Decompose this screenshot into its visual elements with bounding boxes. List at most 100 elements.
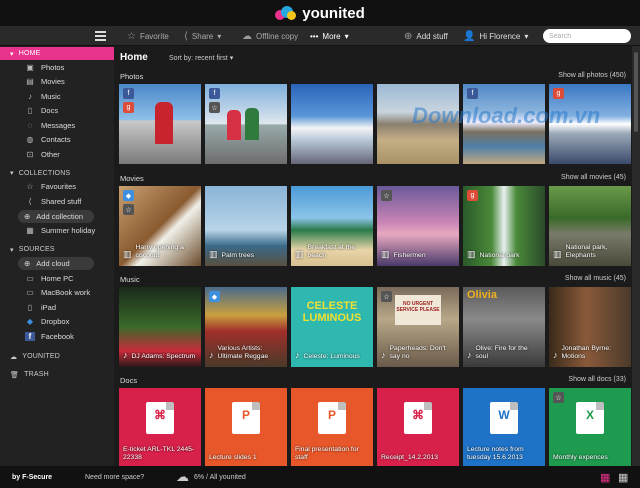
person-figure xyxy=(245,108,259,140)
movie-tile[interactable]: ☆ ▥ Fishermen xyxy=(377,186,459,266)
app-logo[interactable]: younited xyxy=(275,5,365,22)
plus-circle-icon: ⊕ xyxy=(404,30,413,42)
photo-tile[interactable] xyxy=(291,84,373,164)
music-note-icon: ♪ xyxy=(553,350,558,361)
sidebar-home[interactable]: ▾ HOME xyxy=(0,47,114,60)
sidebar-item-macbook[interactable]: ▭ MacBook work xyxy=(0,286,114,301)
favorite-button[interactable]: ☆ Favorite xyxy=(127,26,169,46)
doc-tile[interactable]: P Lecture slides 1 xyxy=(205,388,287,468)
music-note-icon: ♪ xyxy=(467,350,472,361)
show-all-docs-link[interactable]: Show all docs (33) xyxy=(568,376,626,383)
movie-tile[interactable]: g ▥ National park xyxy=(463,186,545,266)
sidebar-item-messages[interactable]: ◌ Messages xyxy=(0,118,114,133)
show-all-photos-link[interactable]: Show all photos (450) xyxy=(558,72,626,79)
scrollbar-thumb[interactable] xyxy=(634,52,638,132)
laptop-icon: ▭ xyxy=(26,288,34,298)
chevron-down-icon: ▾ xyxy=(10,50,14,58)
sidebar-item-dropbox[interactable]: ◆ Dropbox xyxy=(0,315,114,330)
show-all-music-link[interactable]: Show all music (45) xyxy=(565,275,626,282)
docs-row-title: Docs xyxy=(120,376,138,385)
other-icon: ⊡ xyxy=(26,149,34,159)
need-more-space-link[interactable]: Need more space? xyxy=(85,466,144,488)
brand-label: by F-Secure xyxy=(12,473,53,481)
music-tile[interactable]: Olivia ♪ Olive: Fire for the soul xyxy=(463,287,545,367)
show-all-movies-link[interactable]: Show all movies (45) xyxy=(561,174,626,181)
share-icon: ⟨ xyxy=(28,196,32,206)
share-icon: ⟨ xyxy=(184,30,188,42)
sidebar-item-docs[interactable]: ▯ Docs xyxy=(0,104,114,119)
user-icon: 👤 xyxy=(463,30,476,42)
sidebar-item-contacts[interactable]: ◍ Contacts xyxy=(0,133,114,148)
offline-copy-button[interactable]: ☁ Offline copy xyxy=(242,26,298,46)
cloud-download-icon: ☁ xyxy=(242,30,252,42)
film-icon: ▥ xyxy=(209,249,218,260)
movie-tile[interactable]: ▥ National park, Elephants xyxy=(549,186,631,266)
music-tile[interactable]: CELESTE LUMINOUS ♪ Celeste: Luminous xyxy=(291,287,373,367)
user-menu[interactable]: 👤 Hi Florence ▾ xyxy=(463,26,528,46)
docs-icon: ▯ xyxy=(27,106,33,116)
sidebar-collections[interactable]: ▾ COLLECTIONS xyxy=(0,167,114,180)
photo-tile[interactable]: f g xyxy=(119,84,201,164)
music-tile[interactable]: ◆ ♪ Various Artists: Ultimate Reggae xyxy=(205,287,287,367)
doc-tile[interactable]: ☆ X Monthly expences xyxy=(549,388,631,468)
share-button[interactable]: ⟨ Share ▾ xyxy=(184,26,221,46)
sidebar-sources[interactable]: ▾ SOURCES xyxy=(0,243,114,256)
album-art-text: Olivia xyxy=(467,289,497,301)
more-button[interactable]: ••• More ▾ xyxy=(310,26,349,46)
cloud-icon: ☁ xyxy=(176,469,189,484)
sort-dropdown[interactable]: Sort by: recent first ▾ xyxy=(169,54,233,62)
star-icon: ☆ xyxy=(26,182,34,192)
list-view-icon: ▦ xyxy=(618,471,629,484)
sidebar-item-home-pc[interactable]: ▭ Home PC xyxy=(0,271,114,286)
movie-tile[interactable]: ▥ Breakfast at the beach xyxy=(291,186,373,266)
scrollbar[interactable] xyxy=(632,46,640,466)
doc-tile[interactable]: ⌘ Receipt_14.2.2013 xyxy=(377,388,459,468)
chevron-down-icon: ▾ xyxy=(10,246,14,254)
add-collection-button[interactable]: ⊕ Add collection xyxy=(18,209,94,223)
sidebar-item-photos[interactable]: ▣ Photos xyxy=(0,60,114,75)
facebook-icon: f xyxy=(467,88,478,99)
sidebar-item-other[interactable]: ⊡ Other xyxy=(0,147,114,162)
hamburger-menu-button[interactable] xyxy=(95,26,109,46)
person-figure xyxy=(227,110,241,140)
music-note-icon: ♪ xyxy=(209,350,214,361)
sidebar-item-shared[interactable]: ⟨ Shared stuff xyxy=(0,194,114,209)
sidebar-item-music[interactable]: ♪ Music xyxy=(0,89,114,104)
music-tile[interactable]: ☆ NO URGENT SERVICE PLEASE ♪ Paperheads: … xyxy=(377,287,459,367)
chevron-down-icon: ▾ xyxy=(524,31,529,41)
doc-tile[interactable]: P Final presentation for staff xyxy=(291,388,373,468)
movie-tile[interactable]: ◆ ☆ ▥ Harry opening a coconut xyxy=(119,186,201,266)
dropbox-icon: ◆ xyxy=(209,291,220,302)
sidebar-younited[interactable]: ☁ YOUNITED xyxy=(0,348,114,366)
watermark: Download.com.vn xyxy=(412,103,601,128)
storage-usage: ☁ 6% / All younited xyxy=(176,469,246,484)
sidebar: ▾ HOME ▣ Photos ▤ Movies ♪ Music ▯ Docs ◌ Mess… xyxy=(0,46,114,466)
search-input[interactable] xyxy=(543,29,631,43)
add-stuff-button[interactable]: ⊕ Add stuff xyxy=(404,26,448,46)
star-icon: ☆ xyxy=(123,204,134,215)
sidebar-item-facebook[interactable]: f Facebook xyxy=(0,329,114,344)
chevron-down-icon: ▾ xyxy=(229,55,234,62)
doc-tile[interactable]: ⌘ E-ticket ARL-TKL 2445-22338 xyxy=(119,388,201,468)
google-plus-icon: g xyxy=(553,88,564,99)
add-cloud-button[interactable]: ⊕ Add cloud xyxy=(18,257,94,270)
sidebar-item-movies[interactable]: ▤ Movies xyxy=(0,75,114,90)
photos-row-title: Photos xyxy=(120,72,144,81)
grid-view-button[interactable]: ▦ xyxy=(600,466,610,488)
music-tile[interactable]: ♪ Jonathan Byrne: Motions xyxy=(549,287,631,367)
list-view-button[interactable]: ▦ xyxy=(618,466,628,488)
sidebar-trash[interactable]: 🗑 TRASH xyxy=(0,366,114,384)
sidebar-item-summer-holiday[interactable]: ▦ Summer holiday xyxy=(0,224,114,239)
music-tile[interactable]: ♪ DJ Adams: Spectrum xyxy=(119,287,201,367)
google-plus-icon: g xyxy=(123,102,134,113)
chevron-down-icon: ▾ xyxy=(10,170,14,177)
movie-tile[interactable]: ▥ Palm trees xyxy=(205,186,287,266)
album-art-text: CELESTE LUMINOUS xyxy=(302,300,362,324)
film-icon: ▥ xyxy=(295,249,304,260)
photo-tile[interactable]: f ☆ xyxy=(205,84,287,164)
movies-icon: ▤ xyxy=(26,77,34,87)
sidebar-item-favourites[interactable]: ☆ Favourites xyxy=(0,180,114,195)
doc-tile[interactable]: W Lecture notes from tuesday 15.6.2013 xyxy=(463,388,545,468)
dropbox-icon: ◆ xyxy=(123,190,134,201)
sidebar-item-ipad[interactable]: ▯ iPad xyxy=(0,300,114,315)
